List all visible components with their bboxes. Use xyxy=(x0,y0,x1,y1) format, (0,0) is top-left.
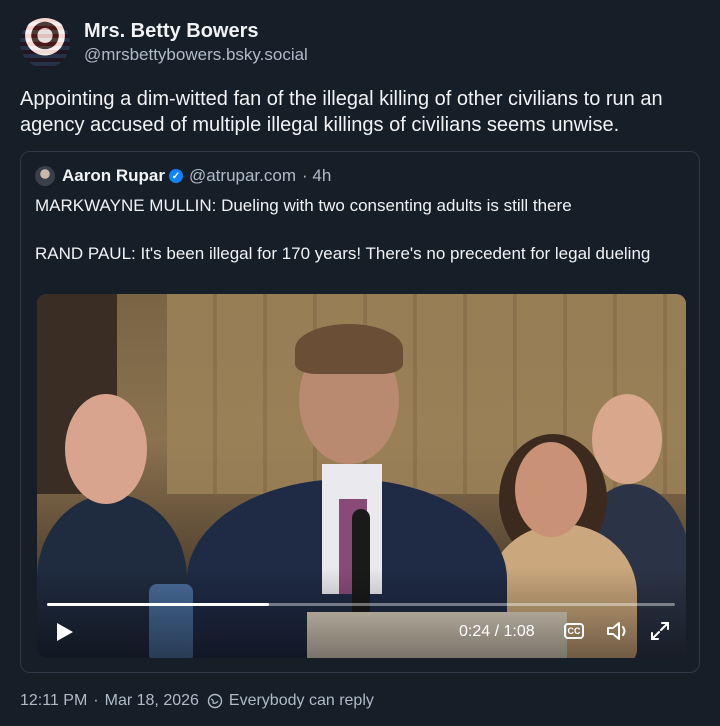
reply-setting[interactable]: Everybody can reply xyxy=(229,692,374,710)
volume-icon[interactable] xyxy=(605,620,631,642)
quoted-author-display-name[interactable]: Aaron Rupar xyxy=(62,166,165,186)
author-avatar[interactable] xyxy=(20,18,70,68)
author-display-name[interactable]: Mrs. Betty Bowers xyxy=(84,19,308,43)
quoted-post-header: Aaron Rupar ✓ @atrupar.com · 4h xyxy=(35,166,331,186)
play-icon[interactable] xyxy=(53,621,75,643)
quoted-author-handle[interactable]: @atrupar.com xyxy=(189,166,296,186)
video-player[interactable]: 0:24 / 1:08 CC xyxy=(37,294,686,658)
video-time: 0:24 / 1:08 xyxy=(459,623,535,640)
video-progress-bar[interactable] xyxy=(47,603,675,606)
video-progress-fill xyxy=(47,603,269,606)
fullscreen-icon[interactable] xyxy=(649,620,671,642)
post-header: Mrs. Betty Bowers @mrsbettybowers.bsky.s… xyxy=(20,18,308,68)
quoted-post-text: MARKWAYNE MULLIN: Dueling with two conse… xyxy=(35,196,651,263)
quoted-author-avatar[interactable] xyxy=(35,166,55,186)
captions-button[interactable]: CC xyxy=(564,623,584,639)
post-time: 12:11 PM xyxy=(20,692,88,709)
post-date: Mar 18, 2026 xyxy=(104,692,199,709)
verified-check-icon: ✓ xyxy=(168,169,183,183)
globe-icon xyxy=(207,693,223,709)
post-text: Appointing a dim-witted fan of the illeg… xyxy=(20,88,663,136)
quoted-post-age: · 4h xyxy=(302,166,332,185)
author-handle[interactable]: @mrsbettybowers.bsky.social xyxy=(84,43,308,67)
quoted-post[interactable]: Aaron Rupar ✓ @atrupar.com · 4h MARKWAYN… xyxy=(20,151,700,673)
post-footer: 12:11 PM · Mar 18, 2026 Everybody can re… xyxy=(20,692,374,710)
